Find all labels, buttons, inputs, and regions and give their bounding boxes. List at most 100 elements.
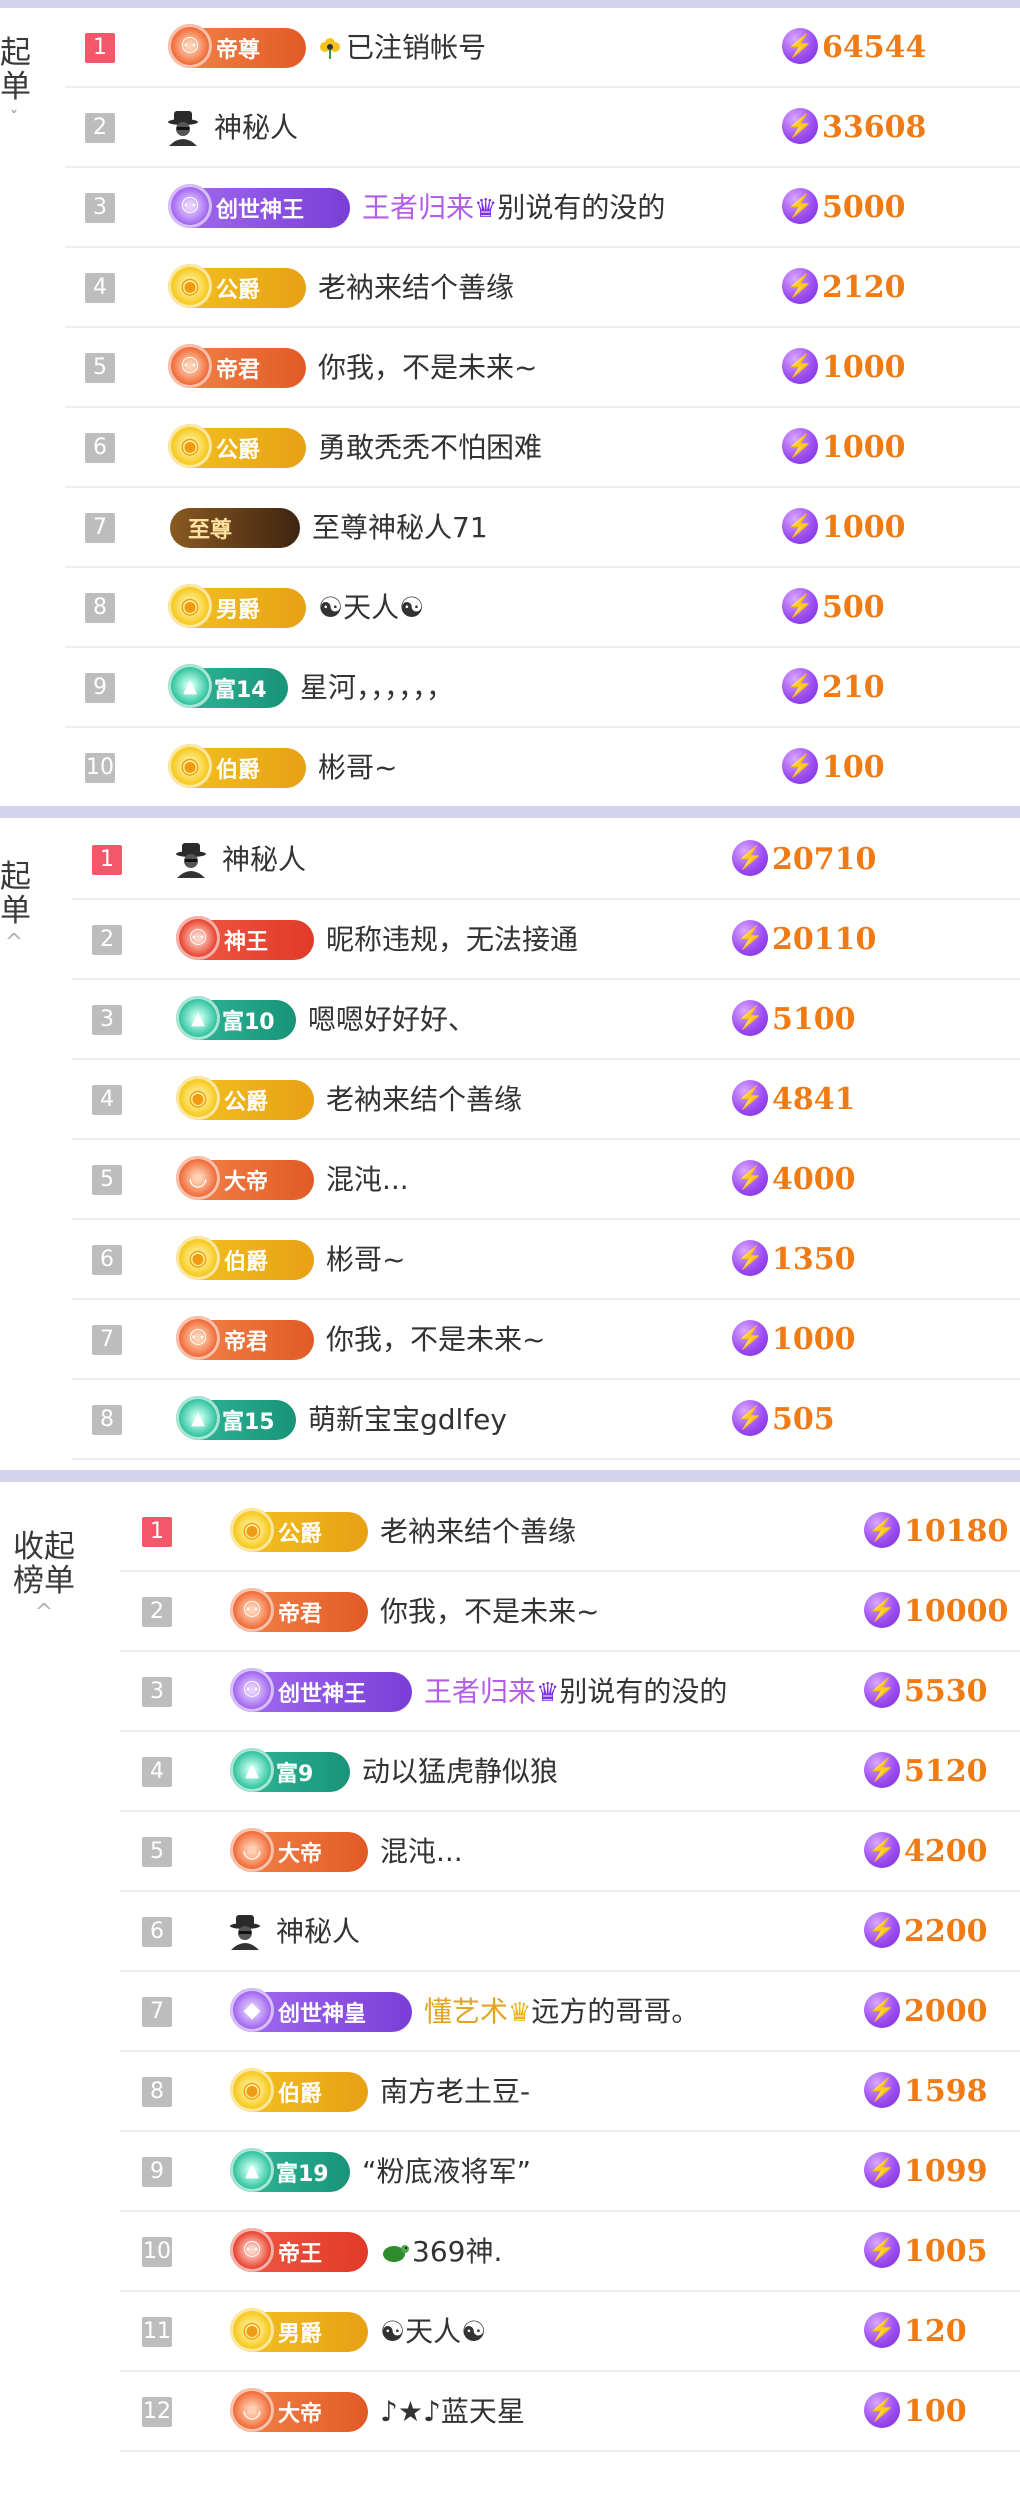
- leaderboard-row[interactable]: 3 ⚇ 创世神王 王者归来♛别说有的没的 ⚡ 5000: [0, 168, 1020, 248]
- user-title-purple: 王者归来: [424, 1675, 537, 1708]
- level-badge: ▲ 富15: [176, 1396, 296, 1440]
- leaderboard-row[interactable]: 9 ▲ 富14 星河，，，，，， ⚡ 210: [0, 648, 1020, 728]
- user-name[interactable]: 已注销帐号: [318, 8, 486, 88]
- user-name[interactable]: 神秘人: [222, 820, 306, 900]
- user-name[interactable]: 王者归来♛别说有的没的: [362, 168, 665, 248]
- user-name[interactable]: 南方老土豆-: [380, 2052, 530, 2132]
- contribution-score: ⚡ 1598: [864, 2052, 988, 2132]
- user-name[interactable]: 彬哥~: [318, 728, 397, 806]
- leaderboard-row[interactable]: 10 ◉ 伯爵 彬哥~ ⚡ 100: [0, 728, 1020, 806]
- leaderboard-row[interactable]: 8 ▲ 富15 萌新宝宝gdlfey ⚡ 505: [0, 1380, 1020, 1460]
- badge-label: 帝王: [278, 2242, 323, 2267]
- user-name[interactable]: ☯天人☯: [318, 568, 424, 648]
- user-name[interactable]: 懂艺术♛远方的哥哥。: [424, 1972, 699, 2052]
- leaderboard-row[interactable]: 3 ▲ 富10 嗯嗯好好好、 ⚡ 5100: [0, 980, 1020, 1060]
- badge-emblem-icon: ◡: [230, 1828, 274, 1872]
- leaderboard-row[interactable]: 6 神秘人 ⚡ 2200: [0, 1892, 1020, 1972]
- leaderboard-row[interactable]: 8 ◉ 男爵 ☯天人☯ ⚡ 500: [0, 568, 1020, 648]
- contribution-score: ⚡ 2000: [864, 1972, 988, 2052]
- user-name[interactable]: 勇敢秃秃不怕困难: [318, 408, 542, 488]
- level-badge: ◉ 男爵: [230, 2308, 368, 2352]
- leaderboard-row[interactable]: 2 ⚇ 帝君 你我，不是未来~ ⚡ 10000: [0, 1572, 1020, 1652]
- user-name-text: 别说有的没的: [497, 191, 666, 224]
- user-name[interactable]: 老衲来结个善缘: [326, 1060, 522, 1140]
- badge-label: 神王: [224, 930, 269, 955]
- user-name[interactable]: 星河，，，，，，: [300, 648, 454, 728]
- user-name[interactable]: 混沌...: [326, 1140, 409, 1220]
- user-name[interactable]: ♪★♪蓝天星: [380, 2372, 525, 2452]
- flower-icon: [318, 31, 346, 64]
- user-name[interactable]: 王者归来♛别说有的没的: [424, 1652, 727, 1732]
- user-name-text: 动以猛虎静似狼: [362, 1755, 559, 1788]
- user-name[interactable]: 老衲来结个善缘: [380, 1492, 576, 1572]
- user-name[interactable]: 彬哥~: [326, 1220, 405, 1300]
- leaderboard-row[interactable]: 5 ⚇ 帝君 你我，不是未来~ ⚡ 1000: [0, 328, 1020, 408]
- user-name[interactable]: 神秘人: [276, 1892, 360, 1972]
- level-badge: ◡ 大帝: [176, 1156, 314, 1200]
- score-value: 5530: [904, 1674, 988, 1709]
- user-name[interactable]: 你我，不是未来~: [380, 1572, 599, 1652]
- user-name[interactable]: 你我，不是未来~: [318, 328, 537, 408]
- leaderboard-row[interactable]: 7 至尊 至尊神秘人71 ⚡ 1000: [0, 488, 1020, 568]
- user-name[interactable]: 369神.: [380, 2212, 502, 2292]
- leaderboard-row[interactable]: 4 ◉ 公爵 老衲来结个善缘 ⚡ 2120: [0, 248, 1020, 328]
- user-name[interactable]: 混沌...: [380, 1812, 463, 1892]
- user-name[interactable]: 老衲来结个善缘: [318, 248, 514, 328]
- rank-number: 5: [142, 1837, 172, 1867]
- rank-number: 4: [92, 1085, 122, 1115]
- level-badge: ◉ 公爵: [168, 424, 306, 468]
- user-name-text: 南方老土豆-: [380, 2075, 531, 2108]
- rank-number: 11: [142, 2317, 172, 2347]
- level-badge: ◉ 伯爵: [168, 744, 306, 788]
- leaderboard-row[interactable]: 9 ▲ 富19 “粉底液将军” ⚡ 1099: [0, 2132, 1020, 2212]
- user-name-text: 勇敢秃秃不怕困难: [318, 431, 543, 464]
- leaderboard-row[interactable]: 7 ◆ 创世神皇 懂艺术♛远方的哥哥。 ⚡ 2000: [0, 1972, 1020, 2052]
- level-badge: ◉ 男爵: [168, 584, 306, 628]
- badge-label: 大帝: [224, 1170, 269, 1195]
- lightning-icon: ⚡: [782, 428, 818, 464]
- score-value: 1350: [772, 1242, 856, 1277]
- user-name[interactable]: 动以猛虎静似狼: [362, 1732, 558, 1812]
- leaderboard-row[interactable]: 8 ◉ 伯爵 南方老土豆- ⚡ 1598: [0, 2052, 1020, 2132]
- user-name-text: 老衲来结个善缘: [326, 1083, 523, 1116]
- score-value: 1598: [904, 2074, 988, 2109]
- leaderboard-row[interactable]: 1 神秘人 ⚡ 20710: [0, 820, 1020, 900]
- contribution-score: ⚡ 5530: [864, 1652, 988, 1732]
- leaderboard-row[interactable]: 1 ⚇ 帝尊 已注销帐号 ⚡ 64544: [0, 8, 1020, 88]
- badge-label: 富19: [276, 2162, 329, 2187]
- leaderboard-row[interactable]: 11 ◉ 男爵 ☯天人☯ ⚡ 120: [0, 2292, 1020, 2372]
- badge-label: 伯爵: [216, 758, 261, 783]
- lightning-icon: ⚡: [732, 1160, 768, 1196]
- user-name[interactable]: 嗯嗯好好好、: [308, 980, 476, 1060]
- score-value: 4200: [904, 1834, 988, 1869]
- leaderboard-row[interactable]: 5 ◡ 大帝 混沌... ⚡ 4200: [0, 1812, 1020, 1892]
- leaderboard-row[interactable]: 1 ◉ 公爵 老衲来结个善缘 ⚡ 10180: [0, 1492, 1020, 1572]
- leaderboard-row[interactable]: 2 神秘人 ⚡ 33608: [0, 88, 1020, 168]
- level-badge: ◉ 伯爵: [230, 2068, 368, 2112]
- leaderboard-row[interactable]: 7 ⚇ 帝君 你我，不是未来~ ⚡ 1000: [0, 1300, 1020, 1380]
- lightning-icon: ⚡: [782, 668, 818, 704]
- leaderboard-row[interactable]: 4 ◉ 公爵 老衲来结个善缘 ⚡ 4841: [0, 1060, 1020, 1140]
- leaderboard-row[interactable]: 2 ⚇ 神王 昵称违规，无法接通 ⚡ 20110: [0, 900, 1020, 980]
- user-name[interactable]: 至尊神秘人71: [312, 488, 488, 568]
- badge-label: 帝君: [224, 1330, 269, 1355]
- user-name[interactable]: 你我，不是未来~: [326, 1300, 545, 1380]
- leaderboard-row[interactable]: 12 ◡ 大帝 ♪★♪蓝天星 ⚡ 100: [0, 2372, 1020, 2452]
- user-name[interactable]: 萌新宝宝gdlfey: [308, 1380, 507, 1460]
- score-value: 1000: [822, 430, 906, 465]
- user-name[interactable]: ☯天人☯: [380, 2292, 486, 2372]
- leaderboard-row[interactable]: 4 ▲ 富9 动以猛虎静似狼 ⚡ 5120: [0, 1732, 1020, 1812]
- leaderboard-row[interactable]: 6 ◉ 伯爵 彬哥~ ⚡ 1350: [0, 1220, 1020, 1300]
- leaderboard-row[interactable]: 3 ⚇ 创世神王 王者归来♛别说有的没的 ⚡ 5530: [0, 1652, 1020, 1732]
- user-name-text: ☯天人☯: [380, 2315, 487, 2348]
- badge-emblem-icon: ⚇: [168, 344, 212, 388]
- leaderboard-row[interactable]: 5 ◡ 大帝 混沌... ⚡ 4000: [0, 1140, 1020, 1220]
- badge-label: 帝君: [216, 358, 261, 383]
- user-name[interactable]: “粉底液将军”: [362, 2132, 531, 2212]
- user-name[interactable]: 神秘人: [214, 88, 298, 168]
- leaderboard-row[interactable]: 6 ◉ 公爵 勇敢秃秃不怕困难 ⚡ 1000: [0, 408, 1020, 488]
- score-value: 64544: [822, 30, 927, 65]
- user-name-text: 萌新宝宝gdlfey: [308, 1403, 507, 1436]
- user-name[interactable]: 昵称违规，无法接通: [326, 900, 578, 980]
- leaderboard-row[interactable]: 10 ⚇ 帝王 369神. ⚡ 1005: [0, 2212, 1020, 2292]
